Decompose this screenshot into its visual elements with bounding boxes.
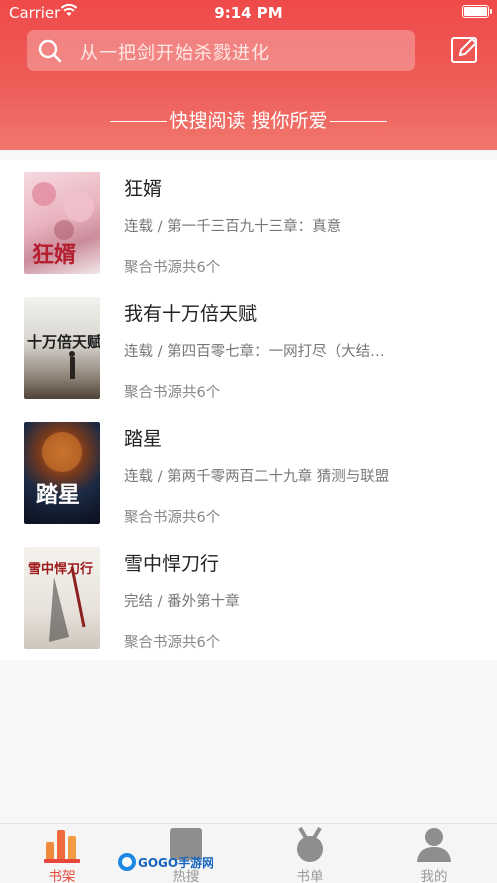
search-placeholder: 从一把剑开始杀戮进化 bbox=[80, 43, 270, 64]
book-title: 我有十万倍天赋 bbox=[124, 303, 258, 325]
cover-art: 十万倍天赋 bbox=[27, 333, 100, 379]
bookshelf-icon bbox=[44, 830, 80, 863]
tab-bar: 书架 热搜 书单 我的 bbox=[0, 823, 497, 883]
book-cover: 雪中悍刀行 bbox=[24, 547, 100, 649]
book-chapter: 连载 / 第一千三百九十三章：真意 bbox=[124, 219, 342, 235]
book-item[interactable]: 十万倍天赋 我有十万倍天赋 连载 / 第四百零七章：一网打尽（大结… 聚合书源共… bbox=[0, 285, 497, 410]
tab-booklist[interactable]: 书单 bbox=[248, 824, 372, 883]
cover-title: 踏星 bbox=[36, 483, 80, 508]
book-item[interactable]: 雪中悍刀行 雪中悍刀行 完结 / 番外第十章 聚合书源共6个 bbox=[0, 535, 497, 660]
slogan-line-right bbox=[329, 120, 387, 123]
book-chapter: 连载 / 第四百零七章：一网打尽（大结… bbox=[124, 344, 385, 360]
cover-title: 雪中悍刀行 bbox=[28, 561, 93, 577]
tab-label: 书架 bbox=[48, 869, 76, 883]
header-bar: Carrier 9:14 PM 从一把剑开始杀戮进化 快搜阅读 搜你所爱 bbox=[0, 0, 497, 150]
cover-art: 踏星 bbox=[36, 432, 82, 508]
cover-art: 雪中悍刀行 bbox=[28, 561, 93, 642]
status-bar: Carrier 9:14 PM bbox=[0, 0, 497, 26]
book-title: 雪中悍刀行 bbox=[124, 553, 220, 575]
book-item[interactable]: 狂婿 狂婿 连载 / 第一千三百九十三章：真意 聚合书源共6个 bbox=[0, 160, 497, 285]
book-title: 踏星 bbox=[124, 428, 163, 450]
battery-tip bbox=[490, 9, 492, 14]
book-chapter: 完结 / 番外第十章 bbox=[124, 594, 240, 610]
book-title: 狂婿 bbox=[124, 178, 163, 200]
watermark-logo: GOGO手游网 bbox=[118, 853, 213, 871]
edit-icon[interactable] bbox=[450, 34, 480, 66]
search-input[interactable]: 从一把剑开始杀戮进化 bbox=[27, 30, 415, 71]
clock: 9:14 PM bbox=[214, 4, 283, 22]
cover-art: 狂婿 bbox=[32, 182, 94, 268]
cover-title: 十万倍天赋 bbox=[27, 333, 100, 351]
book-chapter: 连载 / 第两千零两百二十九章 猜测与联盟 bbox=[124, 469, 389, 485]
svg-text:GOGO手游网: GOGO手游网 bbox=[138, 855, 213, 870]
user-icon bbox=[417, 828, 451, 862]
medal-icon bbox=[297, 826, 323, 862]
book-source-count: 聚合书源共6个 bbox=[124, 260, 221, 276]
tab-bookshelf[interactable]: 书架 bbox=[0, 824, 124, 883]
book-source-count: 聚合书源共6个 bbox=[124, 385, 221, 401]
slogan-line-left bbox=[110, 120, 168, 123]
slogan-text: 快搜阅读 搜你所爱 bbox=[169, 110, 328, 132]
tab-label: 书单 bbox=[296, 869, 324, 883]
book-cover: 踏星 bbox=[24, 422, 100, 524]
search-icon bbox=[38, 39, 62, 63]
slogan: 快搜阅读 搜你所爱 bbox=[0, 106, 497, 133]
tab-profile[interactable]: 我的 bbox=[372, 824, 496, 883]
cover-title: 狂婿 bbox=[32, 242, 76, 268]
bookshelf-list: 狂婿 狂婿 连载 / 第一千三百九十三章：真意 聚合书源共6个 十万倍天赋 我有… bbox=[0, 160, 497, 660]
book-item[interactable]: 踏星 踏星 连载 / 第两千零两百二十九章 猜测与联盟 聚合书源共6个 bbox=[0, 410, 497, 535]
tab-label: 我的 bbox=[420, 869, 448, 883]
book-source-count: 聚合书源共6个 bbox=[124, 635, 221, 651]
book-cover: 狂婿 bbox=[24, 172, 100, 274]
book-cover: 十万倍天赋 bbox=[24, 297, 100, 399]
battery-icon bbox=[462, 5, 489, 18]
book-source-count: 聚合书源共6个 bbox=[124, 510, 221, 526]
